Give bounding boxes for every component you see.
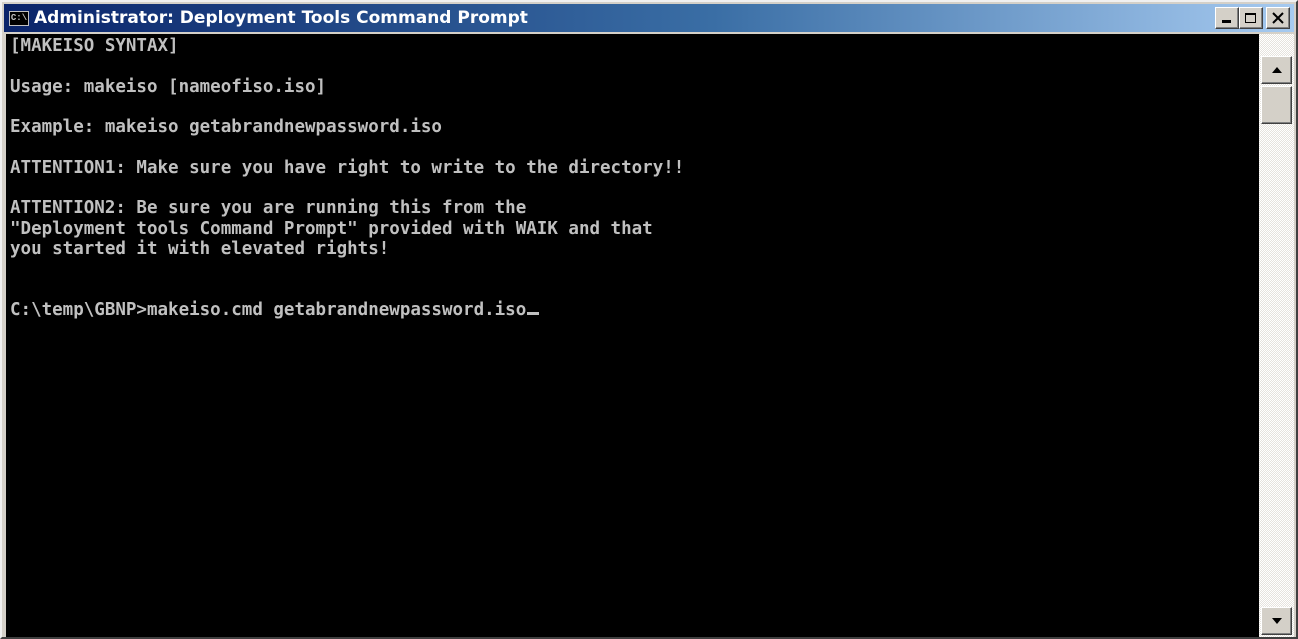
console-window: C:\ Administrator: Deployment Tools Comm… (0, 0, 1298, 639)
scroll-up-arrow-icon (1271, 67, 1282, 73)
console-line: you started it with elevated rights! (10, 238, 390, 259)
console-line: Usage: makeiso [nameofiso.iso] (10, 76, 327, 97)
scroll-thumb[interactable] (1261, 86, 1292, 124)
vertical-scrollbar[interactable] (1259, 34, 1294, 637)
command-line-text[interactable]: C:\temp\GBNP>makeiso.cmd getabrandnewpas… (10, 300, 526, 320)
console-line: ATTENTION1: Make sure you have right to … (10, 157, 685, 178)
console-icon[interactable]: C:\ (9, 10, 29, 26)
close-button[interactable] (1266, 7, 1290, 29)
minimize-icon (1222, 20, 1231, 23)
console-output[interactable]: [MAKEISO SYNTAX] Usage: makeiso [nameofi… (6, 34, 1259, 637)
console-line: [MAKEISO SYNTAX] (10, 36, 179, 56)
close-icon (1272, 12, 1284, 24)
console-line: ATTENTION2: Be sure you are running this… (10, 198, 527, 219)
title-bar[interactable]: C:\ Administrator: Deployment Tools Comm… (4, 4, 1294, 32)
window-title: Administrator: Deployment Tools Command … (34, 8, 528, 28)
console-text-area: [MAKEISO SYNTAX] Usage: makeiso [nameofi… (10, 36, 684, 320)
text-cursor (527, 311, 540, 315)
scroll-down-button[interactable] (1261, 607, 1292, 635)
minimize-button[interactable] (1215, 7, 1239, 29)
console-line: Example: makeiso getabrandnewpassword.is… (10, 117, 442, 138)
console-line: "Deployment tools Command Prompt" provid… (10, 218, 653, 239)
command-prompt-line[interactable]: C:\temp\GBNP>makeiso.cmd getabrandnewpas… (10, 300, 684, 320)
scroll-up-button[interactable] (1261, 56, 1292, 84)
maximize-button[interactable] (1239, 7, 1263, 29)
caption-buttons (1215, 7, 1290, 29)
scroll-down-arrow-icon (1271, 618, 1282, 624)
maximize-icon (1245, 13, 1256, 23)
